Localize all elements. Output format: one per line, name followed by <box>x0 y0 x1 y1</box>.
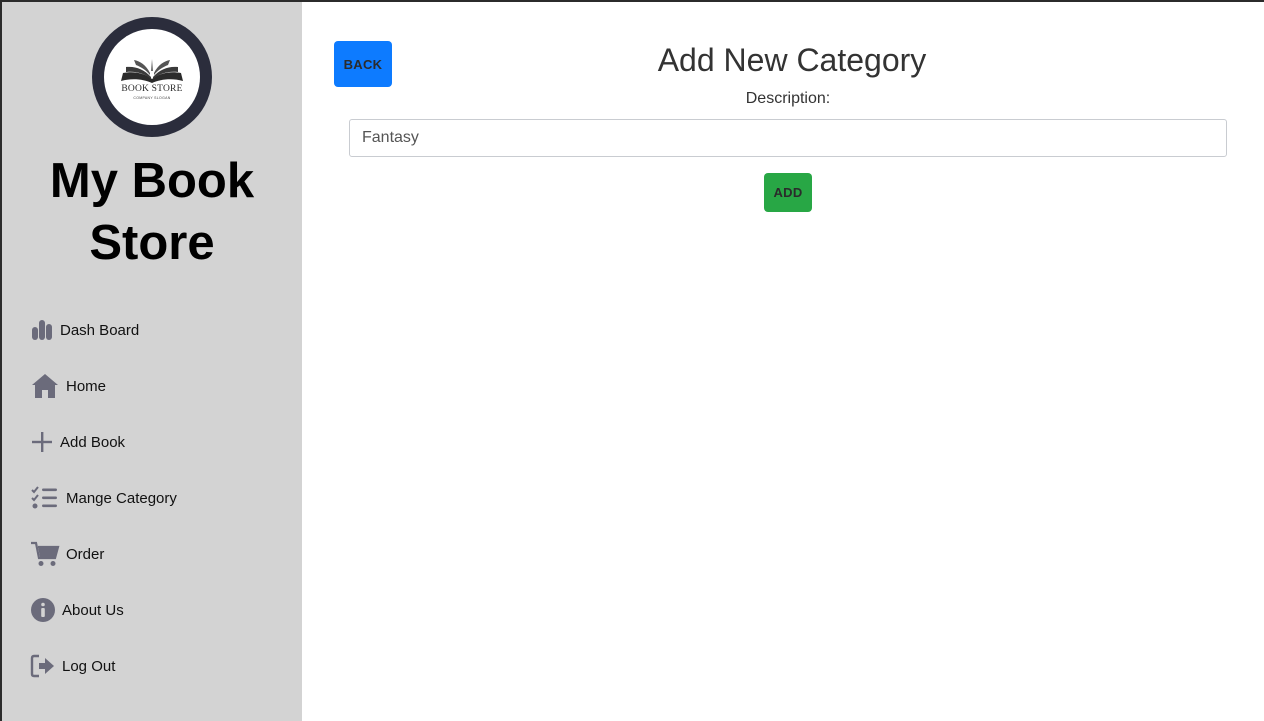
sidebar-item-label: Add Book <box>60 433 126 451</box>
logo-badge: BOOK STORE COMPANY SLOGAN <box>104 29 200 125</box>
page-title: Add New Category <box>657 42 927 78</box>
sidebar-item-home[interactable]: Home <box>30 371 106 401</box>
bar-chart-icon <box>30 318 54 342</box>
checklist-icon <box>30 485 60 511</box>
cart-icon <box>30 540 60 568</box>
logo-slogan: COMPANY SLOGAN <box>133 96 171 100</box>
logo-store-name: BOOK STORE <box>121 84 183 94</box>
sidebar-item-label: Dash Board <box>60 321 140 339</box>
description-input[interactable] <box>349 119 1227 157</box>
description-label: Description: <box>745 90 831 107</box>
app-window: BOOK STORE COMPANY SLOGAN My Book Store … <box>0 0 1264 721</box>
open-book-icon <box>121 59 183 83</box>
sidebar-item-about-us[interactable]: About Us <box>30 595 124 625</box>
sidebar-item-manage-category[interactable]: Mange Category <box>30 483 177 513</box>
sidebar-item-order[interactable]: Order <box>30 539 104 569</box>
store-title: My Book Store <box>49 154 255 270</box>
sidebar-item-log-out[interactable]: Log Out <box>30 651 115 681</box>
info-icon <box>30 597 56 623</box>
sidebar-item-label: Log Out <box>62 657 116 675</box>
sidebar-item-label: Mange Category <box>66 489 177 507</box>
back-button[interactable]: BACK <box>334 41 392 87</box>
logout-icon <box>30 654 56 678</box>
store-logo: BOOK STORE COMPANY SLOGAN <box>92 17 212 137</box>
sidebar-item-add-book[interactable]: Add Book <box>30 427 125 457</box>
add-button[interactable]: ADD <box>764 173 812 212</box>
home-icon <box>30 372 60 400</box>
sidebar-item-label: Order <box>66 545 105 563</box>
sidebar-item-label: About Us <box>62 601 124 619</box>
plus-icon <box>30 430 54 454</box>
sidebar: BOOK STORE COMPANY SLOGAN My Book Store … <box>2 2 302 721</box>
sidebar-item-label: Home <box>66 377 107 395</box>
sidebar-item-dashboard[interactable]: Dash Board <box>30 315 139 345</box>
